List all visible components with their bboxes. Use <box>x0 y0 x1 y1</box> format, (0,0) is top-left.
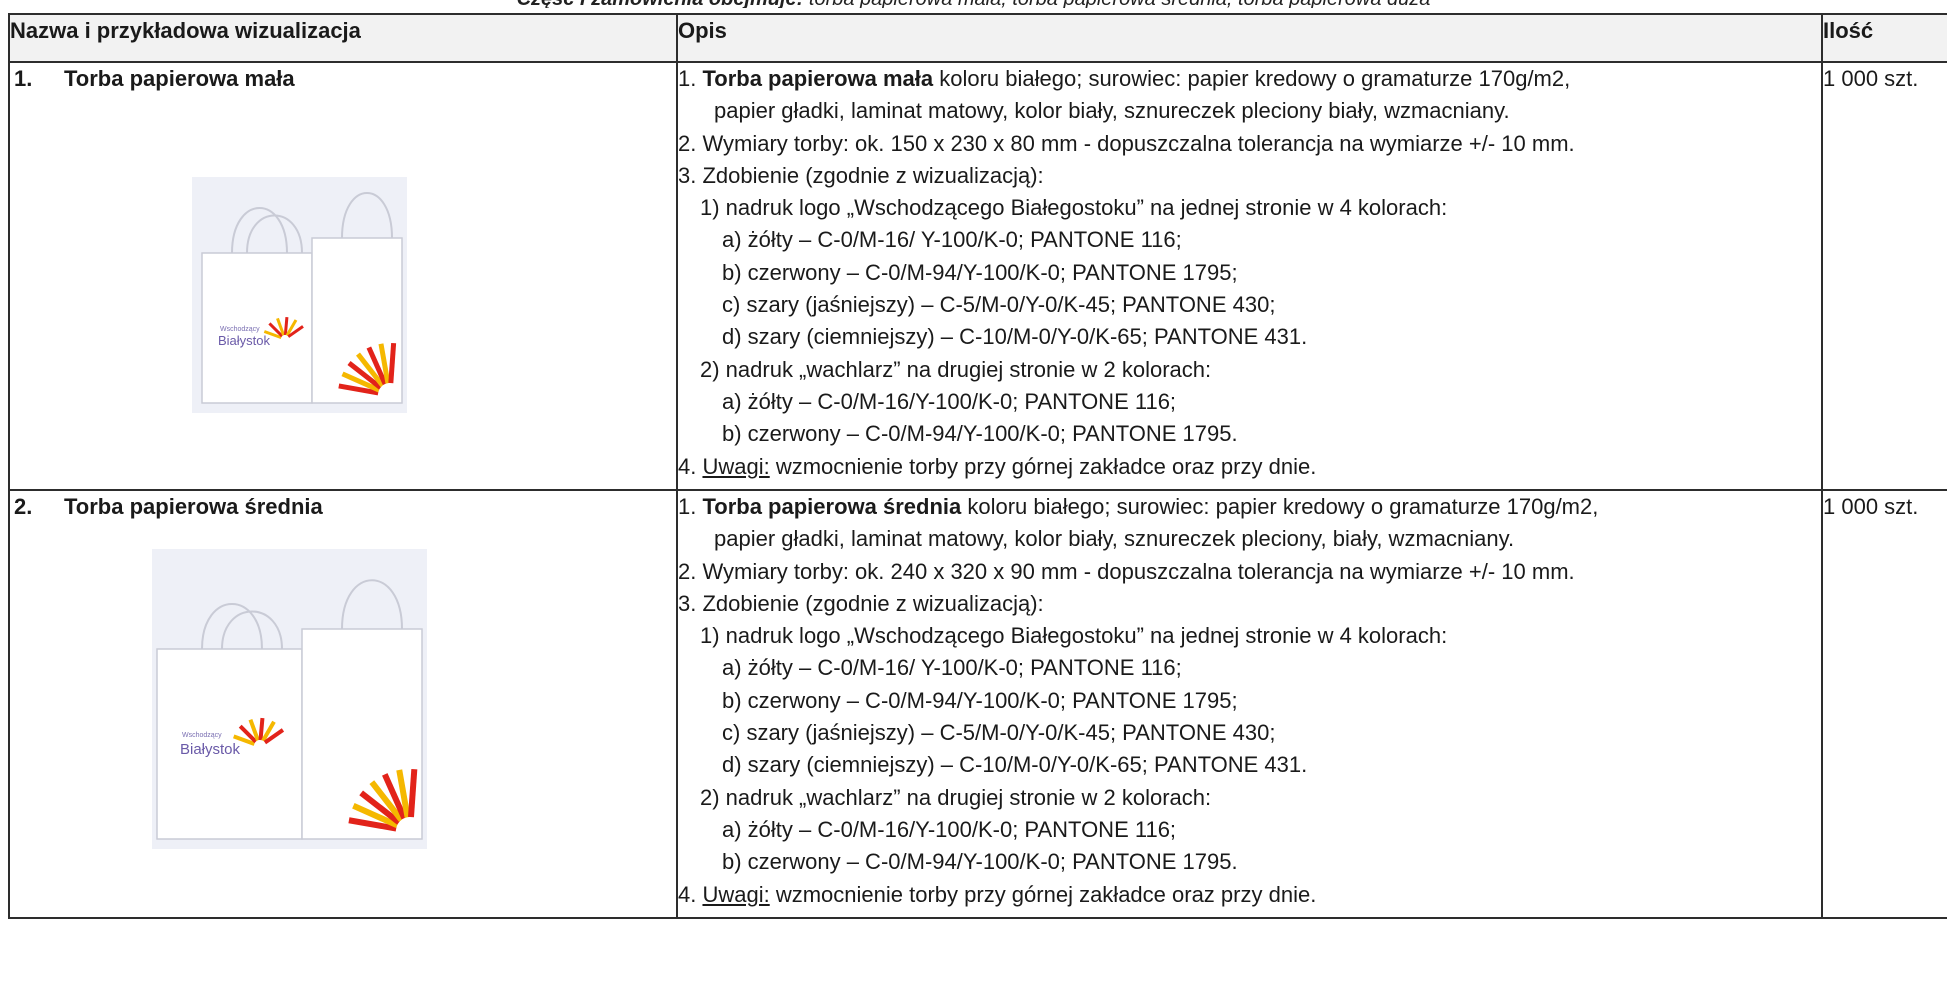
section-heading-bold: Część I zamówienia obejmuje: <box>517 0 804 8</box>
desc-line: b) czerwony – C-0/M-94/Y-100/K-0; PANTON… <box>722 259 1238 285</box>
description-cell: 1. Torba papierowa mała koloru białego; … <box>676 61 1823 491</box>
desc-line: a) żółty – C-0/M-16/Y-100/K-0; PANTONE 1… <box>722 388 1177 414</box>
desc-line: 4. Uwagi: wzmocnienie torby przy górnej … <box>678 881 1317 907</box>
item-name: Torba papierowa mała <box>64 66 295 91</box>
desc-line: a) żółty – C-0/M-16/ Y-100/K-0; PANTONE … <box>722 227 1182 253</box>
desc-line: a) żółty – C-0/M-16/ Y-100/K-0; PANTONE … <box>722 655 1182 681</box>
bag-visualization-small: Wschodzący Białystok <box>192 173 407 413</box>
remarks-label: Uwagi: <box>702 453 770 479</box>
desc-line: papier gładki, laminat matowy, kolor bia… <box>714 98 1510 124</box>
logo-small-text: Wschodzący <box>220 326 260 333</box>
desc-line: 2) nadruk „wachlarz” na drugiej stronie … <box>700 784 1212 810</box>
desc-line: 1. Torba papierowa mała koloru białego; … <box>678 66 1571 91</box>
header-quantity: Ilość <box>1821 13 1947 63</box>
logo-text: Białystok <box>218 333 271 348</box>
quantity-cell: 1 000 szt. <box>1821 61 1947 491</box>
desc-line: d) szary (ciemniejszy) – C-10/M-0/Y-0/K-… <box>722 324 1308 350</box>
item-number: 1. <box>14 66 33 91</box>
desc-line: c) szary (jaśniejszy) – C-5/M-0/Y-0/K-45… <box>722 292 1276 318</box>
description-cell: 1. Torba papierowa średnia koloru białeg… <box>676 489 1823 919</box>
desc-line: d) szary (ciemniejszy) – C-10/M-0/Y-0/K-… <box>722 752 1308 778</box>
name-cell: 2. Torba papierowa średnia Wschodzący Bia… <box>8 489 678 919</box>
desc-line: c) szary (jaśniejszy) – C-5/M-0/Y-0/K-45… <box>722 720 1276 746</box>
logo-text: Białystok <box>180 741 241 758</box>
desc-line: 1) nadruk logo „Wschodzącego Białegostok… <box>700 195 1448 221</box>
desc-line: b) czerwony – C-0/M-94/Y-100/K-0; PANTON… <box>722 849 1238 875</box>
bag-illustration: Wschodzący Białystok <box>192 177 407 413</box>
header-description: Opis <box>676 13 1823 63</box>
cut-off-section-heading: Część I zamówienia obejmuje: torba papie… <box>0 0 1947 8</box>
desc-line: 2. Wymiary torby: ok. 240 x 320 x 90 mm … <box>678 558 1575 584</box>
desc-line: 3. Zdobienie (zgodnie z wizualizacją): <box>678 590 1044 616</box>
desc-line: 4. Uwagi: wzmocnienie torby przy górnej … <box>678 453 1317 479</box>
quantity-cell: 1 000 szt. <box>1821 489 1947 919</box>
bag-illustration: Wschodzący Białystok <box>152 549 427 849</box>
name-cell: 1. Torba papierowa mała Wschodzący Białys… <box>8 61 678 491</box>
item-title: 2. Torba papierowa średnia <box>10 491 676 523</box>
desc-bold-name: Torba papierowa mała <box>702 66 934 91</box>
table-row: 1. Torba papierowa mała Wschodzący Białys… <box>8 61 1947 491</box>
table-row: 2. Torba papierowa średnia Wschodzący Bia… <box>8 489 1947 919</box>
desc-line: b) czerwony – C-0/M-94/Y-100/K-0; PANTON… <box>722 421 1238 447</box>
item-number: 2. <box>14 494 33 519</box>
desc-line: 2) nadruk „wachlarz” na drugiej stronie … <box>700 356 1212 382</box>
desc-line: 1. Torba papierowa średnia koloru białeg… <box>678 494 1599 519</box>
logo-small-text: Wschodzący <box>182 732 222 739</box>
desc-line: b) czerwony – C-0/M-94/Y-100/K-0; PANTON… <box>722 687 1238 713</box>
order-spec-table: Nazwa i przykładowa wizualizacja Opis Il… <box>8 13 1947 919</box>
desc-line: a) żółty – C-0/M-16/Y-100/K-0; PANTONE 1… <box>722 816 1177 842</box>
bag-visualization-medium: Wschodzący Białystok <box>152 549 427 849</box>
item-title: 1. Torba papierowa mała <box>10 63 676 95</box>
remarks-label: Uwagi: <box>702 881 770 907</box>
desc-bold-name: Torba papierowa średnia <box>702 494 962 519</box>
section-heading-rest: torba papierowa mała, torba papierowa śr… <box>803 0 1431 8</box>
desc-line: 1) nadruk logo „Wschodzącego Białegostok… <box>700 623 1448 649</box>
item-name: Torba papierowa średnia <box>64 494 323 519</box>
desc-line: 3. Zdobienie (zgodnie z wizualizacją): <box>678 162 1044 188</box>
desc-line: papier gładki, laminat matowy, kolor bia… <box>714 526 1515 552</box>
desc-line: 2. Wymiary torby: ok. 150 x 230 x 80 mm … <box>678 130 1575 156</box>
header-name-visualization: Nazwa i przykładowa wizualizacja <box>8 13 678 63</box>
table-header-row: Nazwa i przykładowa wizualizacja Opis Il… <box>8 13 1947 63</box>
